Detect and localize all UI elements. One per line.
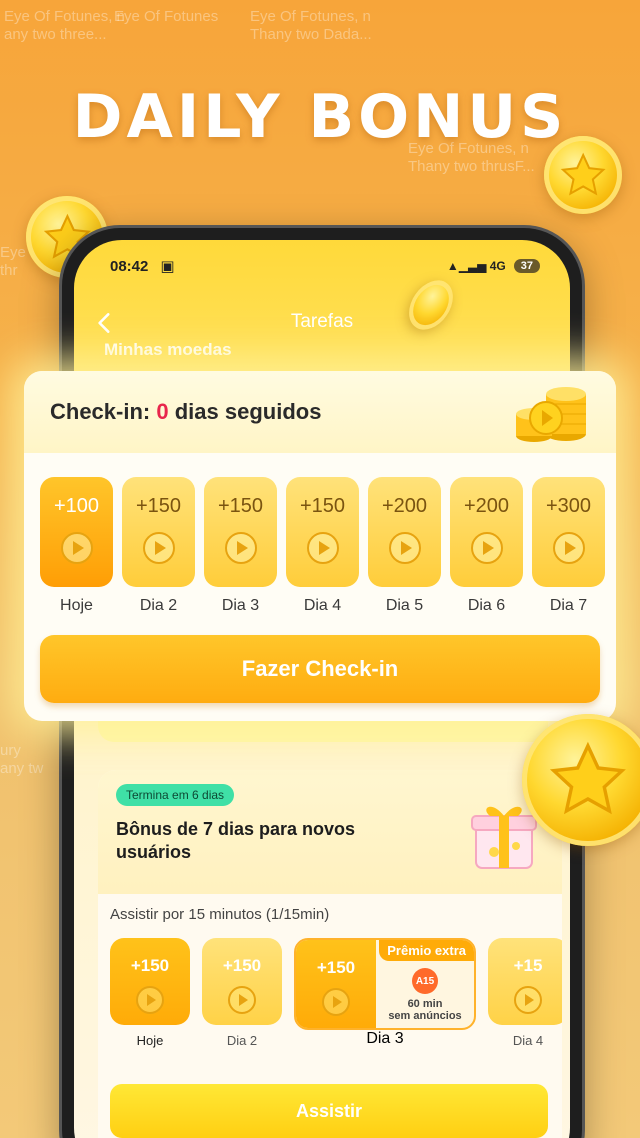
watch-day-label: Dia 3 (366, 1030, 404, 1047)
watch-amount: +15 (513, 956, 543, 975)
extra-reward-box: +150 A15 60 min sem anúncios Prêmio extr… (294, 938, 476, 1030)
ends-badge: Termina em 6 dias (116, 784, 235, 806)
watch-label: Assistir por 15 minutos (1/15min) (110, 906, 330, 923)
checkin-day-box: +150 (286, 477, 359, 587)
checkin-amount: +200 (381, 495, 428, 517)
watch-tile-box: +150 (202, 938, 282, 1025)
extra-amount-box: +150 (296, 940, 376, 1028)
play-icon (228, 986, 256, 1014)
checkin-amount: +150 (299, 495, 346, 517)
checkin-day-tile[interactable]: +200 Dia 6 (450, 477, 523, 615)
extra-reward-line2: sem anúncios (388, 1010, 462, 1022)
play-icon (552, 532, 585, 564)
checkin-button[interactable]: Fazer Check-in (40, 635, 600, 703)
checkin-day-tile[interactable]: +150 Dia 4 (286, 477, 359, 615)
play-icon (388, 532, 421, 564)
checkin-day-label: Dia 6 (467, 597, 506, 614)
bg-tile-text: ury any tw (0, 742, 44, 777)
bonus-header: Termina em 6 dias Bônus de 7 dias para n… (98, 770, 562, 894)
page-title: Tarefas (290, 311, 354, 332)
watch-tile-box: +150 (110, 938, 190, 1025)
checkin-header: Check-in: 0 dias seguidos (24, 371, 616, 453)
watch-day-label: Dia 4 (512, 1033, 544, 1048)
chevron-left-icon[interactable] (92, 310, 118, 336)
play-icon (224, 532, 257, 564)
bg-tile-text: Eye Of Fotunes (114, 8, 219, 25)
watch-button[interactable]: Assistir (110, 1084, 548, 1138)
checkin-day-tile[interactable]: +150 Dia 2 (122, 477, 195, 615)
checkin-title: Check-in: 0 dias seguidos (50, 399, 321, 425)
extra-prize-tag: Prêmio extra (379, 940, 474, 961)
star-coin-icon (544, 136, 622, 214)
extra-reward-line1: 60 min (407, 998, 443, 1010)
status-bar: 08:42 ▣ ▲▁▃▅ 4G 37 (110, 254, 540, 278)
bonus-title: Bônus de 7 dias para novos usuários (116, 819, 356, 862)
checkin-day-tile[interactable]: +200 Dia 5 (368, 477, 441, 615)
watch-day-label: Hoje (136, 1033, 164, 1048)
watch-amount: +150 (222, 956, 262, 975)
checkin-day-box: +300 (532, 477, 605, 587)
checkin-day-box: +100 (40, 477, 113, 587)
checkin-day-tile[interactable]: +100 Hoje (40, 477, 113, 615)
play-icon (136, 986, 164, 1014)
coin-stack-icon (516, 387, 586, 442)
my-coins-label: Minhas moedas (104, 340, 232, 359)
play-icon (60, 532, 93, 564)
bg-tile-text: Eye Of Fotunes, n any two three... (4, 8, 125, 43)
checkin-day-label: Dia 3 (221, 597, 260, 614)
checkin-amount: +300 (545, 495, 592, 517)
watch-tile[interactable]: +15 Dia 4 (488, 938, 562, 1048)
checkin-day-box: +200 (450, 477, 523, 587)
battery-icon: 37 (513, 259, 540, 273)
bg-tile-text: Eye Of Fotunes, n Thany two Dada... (250, 8, 372, 43)
bg-tile-text: Eye thr (0, 244, 26, 279)
status-time: 08:42 (110, 257, 149, 275)
checkin-day-label: Dia 2 (139, 597, 178, 614)
watch-amount: +150 (316, 958, 356, 977)
checkin-day-label: Dia 5 (385, 597, 424, 614)
watch-day-label: Dia 2 (226, 1033, 258, 1048)
play-icon (322, 988, 350, 1016)
checkin-day-label: Hoje (60, 597, 93, 614)
checkin-title-suffix: dias seguidos (168, 399, 322, 424)
screenshot-icon: ▣ (160, 258, 175, 275)
watch-amount: +150 (130, 956, 170, 975)
play-icon (514, 986, 542, 1014)
watch-tile-box: +15 (488, 938, 562, 1025)
checkin-amount: +100 (53, 495, 100, 517)
no-ads-icon: A15 (412, 968, 438, 994)
watch-reward-row: +150 Hoje +150 Dia 2 +150 A15 60 min sem… (110, 938, 562, 1048)
checkin-day-box: +200 (368, 477, 441, 587)
checkin-day-tile[interactable]: +150 Dia 3 (204, 477, 277, 615)
checkin-amount: +150 (217, 495, 264, 517)
checkin-title-prefix: Check-in: (50, 399, 157, 424)
checkin-amount: +200 (463, 495, 510, 517)
checkin-day-row: +100 Hoje +150 Dia 2 +150 Dia 3 +150 Dia… (40, 477, 616, 615)
play-icon (142, 532, 175, 564)
checkin-card: Check-in: 0 dias seguidos +100 Hoje +150… (24, 371, 616, 721)
watch-tile-extra[interactable]: +150 A15 60 min sem anúncios Prêmio extr… (294, 938, 476, 1048)
checkin-day-label: Dia 7 (549, 597, 588, 614)
checkin-day-tile[interactable]: +300 Dia 7 (532, 477, 605, 615)
checkin-day-box: +150 (204, 477, 277, 587)
checkin-day-label: Dia 4 (303, 597, 342, 614)
signal-icon: ▲▁▃▅ 4G (446, 259, 506, 273)
checkin-amount: +150 (135, 495, 182, 517)
play-icon (470, 532, 503, 564)
checkin-day-box: +150 (122, 477, 195, 587)
streak-count: 0 (156, 399, 169, 424)
headline: DAILY BONUS (72, 82, 568, 152)
new-user-bonus-card: Termina em 6 dias Bônus de 7 dias para n… (98, 770, 562, 1138)
watch-tile[interactable]: +150 Dia 2 (202, 938, 282, 1048)
watch-tile[interactable]: +150 Hoje (110, 938, 190, 1048)
play-icon (306, 532, 339, 564)
nav-bar: Tarefas (74, 302, 570, 342)
